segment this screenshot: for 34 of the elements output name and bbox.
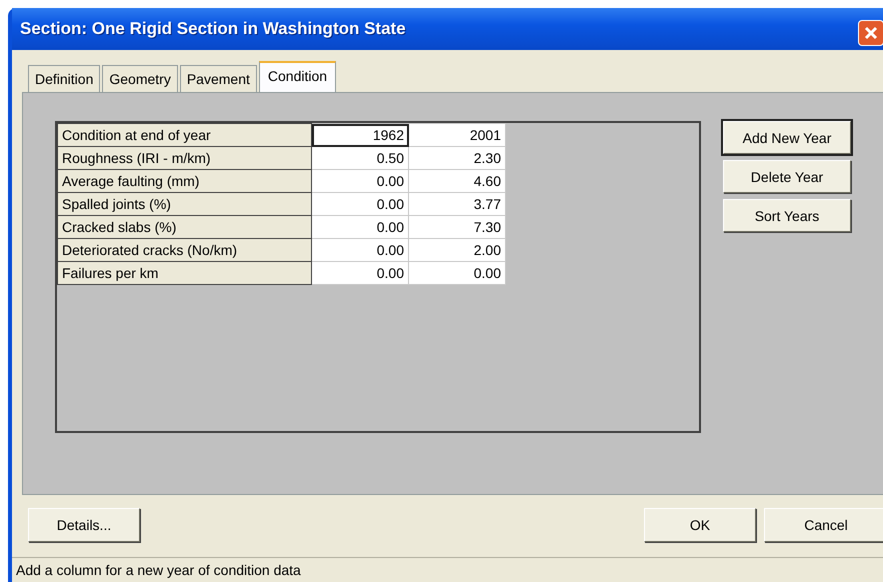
row-header: Spalled joints (%) (58, 192, 312, 216)
table-cell[interactable]: 3.77 (408, 192, 506, 216)
table-cell[interactable]: 0.00 (312, 238, 408, 262)
table-cell[interactable]: 0.00 (312, 216, 408, 238)
side-button[interactable]: Add New Year (723, 121, 851, 154)
side-button[interactable]: Delete Year (723, 160, 851, 193)
row-header: Condition at end of year (58, 124, 312, 146)
ok-button[interactable]: OK (644, 508, 756, 542)
table-cell[interactable]: 0.00 (312, 192, 408, 216)
table-cell[interactable]: 2.30 (408, 146, 506, 170)
tab[interactable]: Pavement (180, 65, 257, 92)
row-header: Average faulting (mm) (58, 170, 312, 192)
row-header: Deteriorated cracks (No/km) (58, 238, 312, 262)
table-cell[interactable]: 2001 (408, 124, 506, 146)
table-cell[interactable]: 0.00 (312, 262, 408, 284)
table-cell[interactable]: 2.00 (408, 238, 506, 262)
table-cell[interactable]: 4.60 (408, 170, 506, 192)
tab[interactable]: Condition (258, 61, 336, 92)
row-header: Failures per km (58, 262, 312, 284)
table-cell[interactable]: 1962 (312, 124, 408, 146)
tab[interactable]: Geometry (102, 65, 178, 92)
side-button[interactable]: Sort Years (723, 199, 851, 232)
status-text: Add a column for a new year of condition data (12, 557, 883, 582)
tab[interactable]: Definition (28, 65, 100, 92)
table-cell[interactable]: 0.50 (312, 146, 408, 170)
table-cell[interactable]: 0.00 (312, 170, 408, 192)
details-button[interactable]: Details... (28, 508, 140, 542)
table-cell[interactable]: 0.00 (408, 262, 506, 284)
table-cell[interactable]: 7.30 (408, 216, 506, 238)
row-header: Cracked slabs (%) (58, 216, 312, 238)
close-icon[interactable] (858, 20, 883, 46)
window-title: Section: One Rigid Section in Washington State (20, 19, 406, 39)
row-header: Roughness (IRI - m/km) (58, 146, 312, 170)
cancel-button[interactable]: Cancel (764, 508, 883, 542)
